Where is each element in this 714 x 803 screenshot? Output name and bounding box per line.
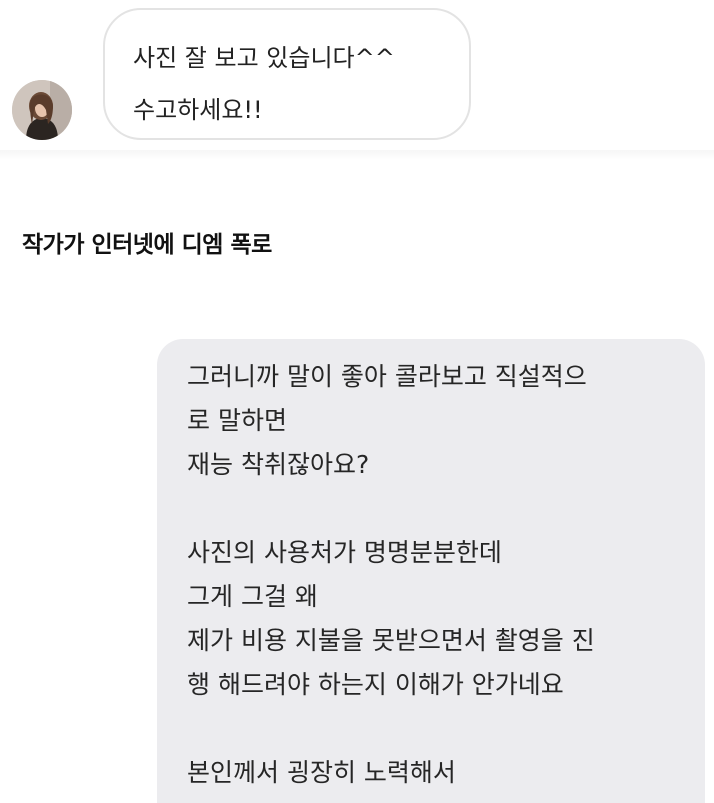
message-line: 로 말하면	[187, 406, 287, 435]
profile-photo-icon	[12, 80, 72, 140]
message-line: 그게 그걸 왜	[187, 582, 318, 611]
post-caption: 작가가 인터넷에 디엠 폭로	[22, 232, 272, 258]
message-line: 행 해드려야 하는지 이해가 안가네요	[187, 670, 564, 699]
message-line: 재능 착취잖아요?	[187, 450, 370, 479]
message-line: 본인께서 굉장히 노력해서	[187, 758, 456, 787]
message-line: 사진의 사용처가 명명분분한데	[187, 538, 502, 567]
dm-message-bubble[interactable]: 그러니까 말이 좋아 콜라보고 직설적으 로 말하면 재능 착취잖아요? 사진의…	[157, 339, 705, 803]
message-line: 제가 비용 지불을 못받으면서 촬영을 진	[187, 626, 595, 655]
message-line: 그러니까 말이 좋아 콜라보고 직설적으	[187, 362, 587, 391]
message-line: 수고하세요!!	[133, 96, 263, 124]
sender-avatar[interactable]	[12, 80, 72, 140]
dm-reply-screenshot: 사진 잘 보고 있습니다^^ 수고하세요!!	[0, 0, 714, 160]
incoming-message-bubble[interactable]: 사진 잘 보고 있습니다^^ 수고하세요!!	[103, 8, 471, 140]
message-line-blank	[187, 707, 677, 751]
screenshot-divider	[0, 150, 714, 160]
message-line-blank	[187, 487, 677, 531]
message-line: 사진 잘 보고 있습니다^^	[133, 44, 395, 72]
screenshot-page: 사진 잘 보고 있습니다^^ 수고하세요!! 작가가 인터넷에 디엠 폭로 그러…	[0, 0, 714, 803]
